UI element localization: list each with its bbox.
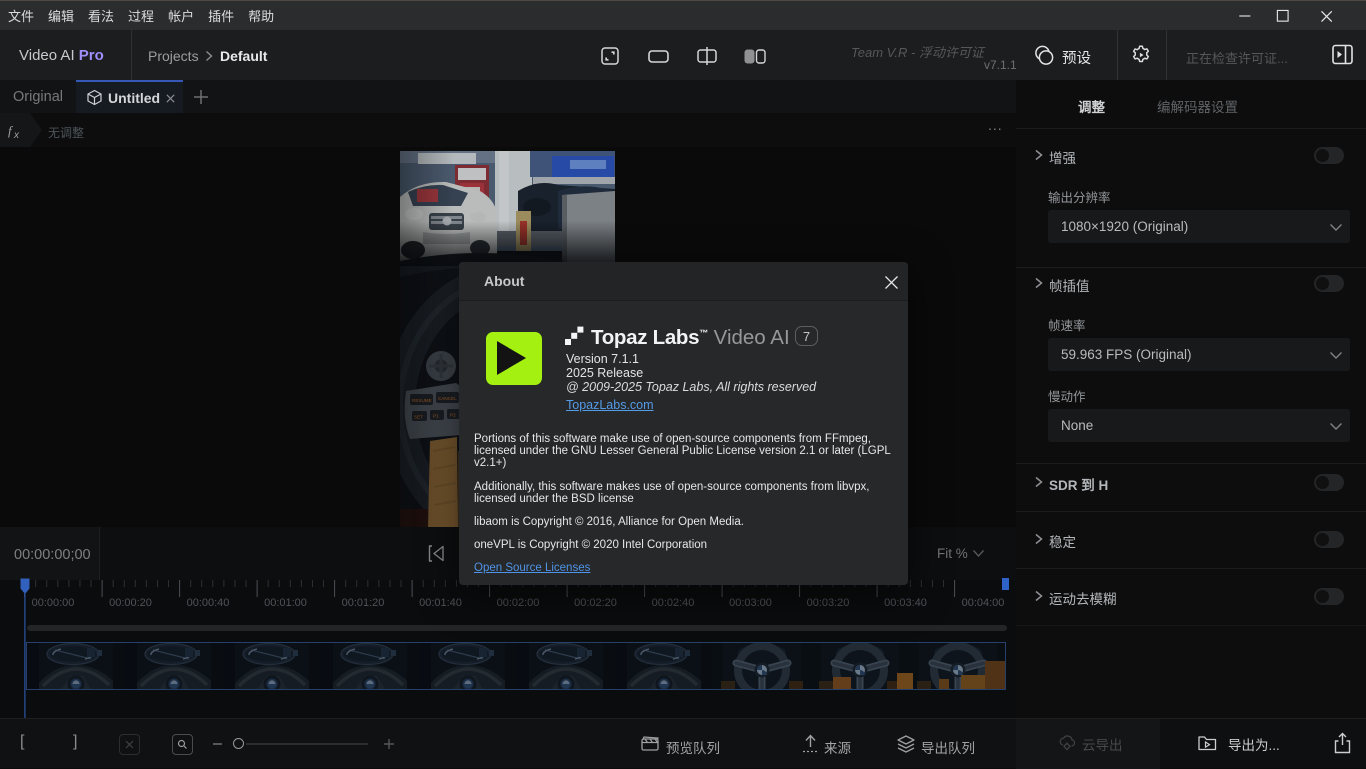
svg-text:00:03:40: 00:03:40: [884, 597, 927, 609]
svg-text:00:01:00: 00:01:00: [264, 597, 307, 609]
svg-text:x: x: [13, 130, 20, 141]
svg-text:00:02:20: 00:02:20: [574, 597, 617, 609]
svg-text:00:03:00: 00:03:00: [729, 597, 772, 609]
svg-text:00:00:00: 00:00:00: [32, 597, 75, 609]
svg-text:00:03:20: 00:03:20: [807, 597, 850, 609]
svg-text:00:02:00: 00:02:00: [497, 597, 540, 609]
svg-text:00:04:00: 00:04:00: [962, 597, 1005, 609]
svg-text:00:00:40: 00:00:40: [187, 597, 230, 609]
svg-text:00:01:40: 00:01:40: [419, 597, 462, 609]
svg-text:00:00:20: 00:00:20: [109, 597, 152, 609]
svg-text:00:02:40: 00:02:40: [652, 597, 695, 609]
svg-text:00:01:20: 00:01:20: [342, 597, 385, 609]
